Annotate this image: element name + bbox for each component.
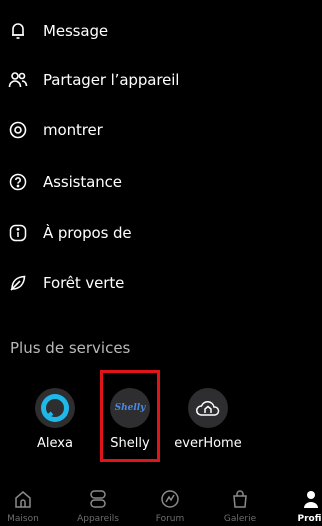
tab-label: Appareils	[77, 514, 119, 524]
menu-item-label: À propos de	[43, 224, 132, 242]
tab-label: Galerie	[223, 514, 257, 524]
share-users-icon	[8, 70, 28, 90]
service-alexa[interactable]: Alexa	[15, 384, 95, 464]
menu-item-label: Forêt verte	[43, 274, 125, 292]
menu-item-show[interactable]: montrer	[0, 110, 322, 150]
menu-item-assistance[interactable]: Assistance	[0, 162, 322, 202]
info-icon	[8, 223, 28, 243]
service-everhome[interactable]: everHome	[168, 384, 248, 464]
menu-item-share-device[interactable]: Partager l’appareil	[0, 60, 322, 100]
tab-profile[interactable]: Profil	[286, 480, 322, 526]
service-name: everHome	[174, 436, 242, 451]
section-title-more-services: Plus de services	[10, 339, 131, 357]
tab-devices[interactable]: Appareils	[70, 480, 126, 526]
menu-item-green-forest[interactable]: Forêt verte	[0, 263, 322, 303]
menu-item-label: montrer	[43, 121, 103, 139]
tab-label: Forum	[155, 514, 185, 524]
leaf-icon	[8, 273, 28, 293]
menu-item-label: Assistance	[43, 173, 122, 191]
help-icon	[8, 172, 28, 192]
everhome-icon	[188, 388, 228, 428]
tab-gallery[interactable]: Galerie	[215, 480, 265, 526]
alexa-icon	[35, 388, 75, 428]
menu-item-message[interactable]: Message	[0, 11, 322, 51]
devices-icon	[87, 488, 109, 510]
menu-item-label: Partager l’appareil	[43, 71, 180, 89]
tab-home[interactable]: Maison	[0, 480, 48, 526]
tab-label: Profil	[297, 514, 322, 524]
forum-icon	[159, 488, 181, 510]
tab-forum[interactable]: Forum	[145, 480, 195, 526]
bell-icon	[8, 21, 28, 41]
eye-icon	[8, 120, 28, 140]
tab-label: Maison	[7, 514, 39, 524]
bottom-tab-bar: Maison Appareils Forum Galerie Profil	[0, 480, 322, 526]
service-name: Alexa	[37, 436, 73, 451]
highlight-box	[100, 370, 160, 462]
menu-item-label: Message	[43, 22, 109, 40]
profile-icon	[300, 488, 322, 510]
bag-icon	[229, 488, 251, 510]
home-icon	[12, 488, 34, 510]
menu-item-about[interactable]: À propos de	[0, 213, 322, 253]
